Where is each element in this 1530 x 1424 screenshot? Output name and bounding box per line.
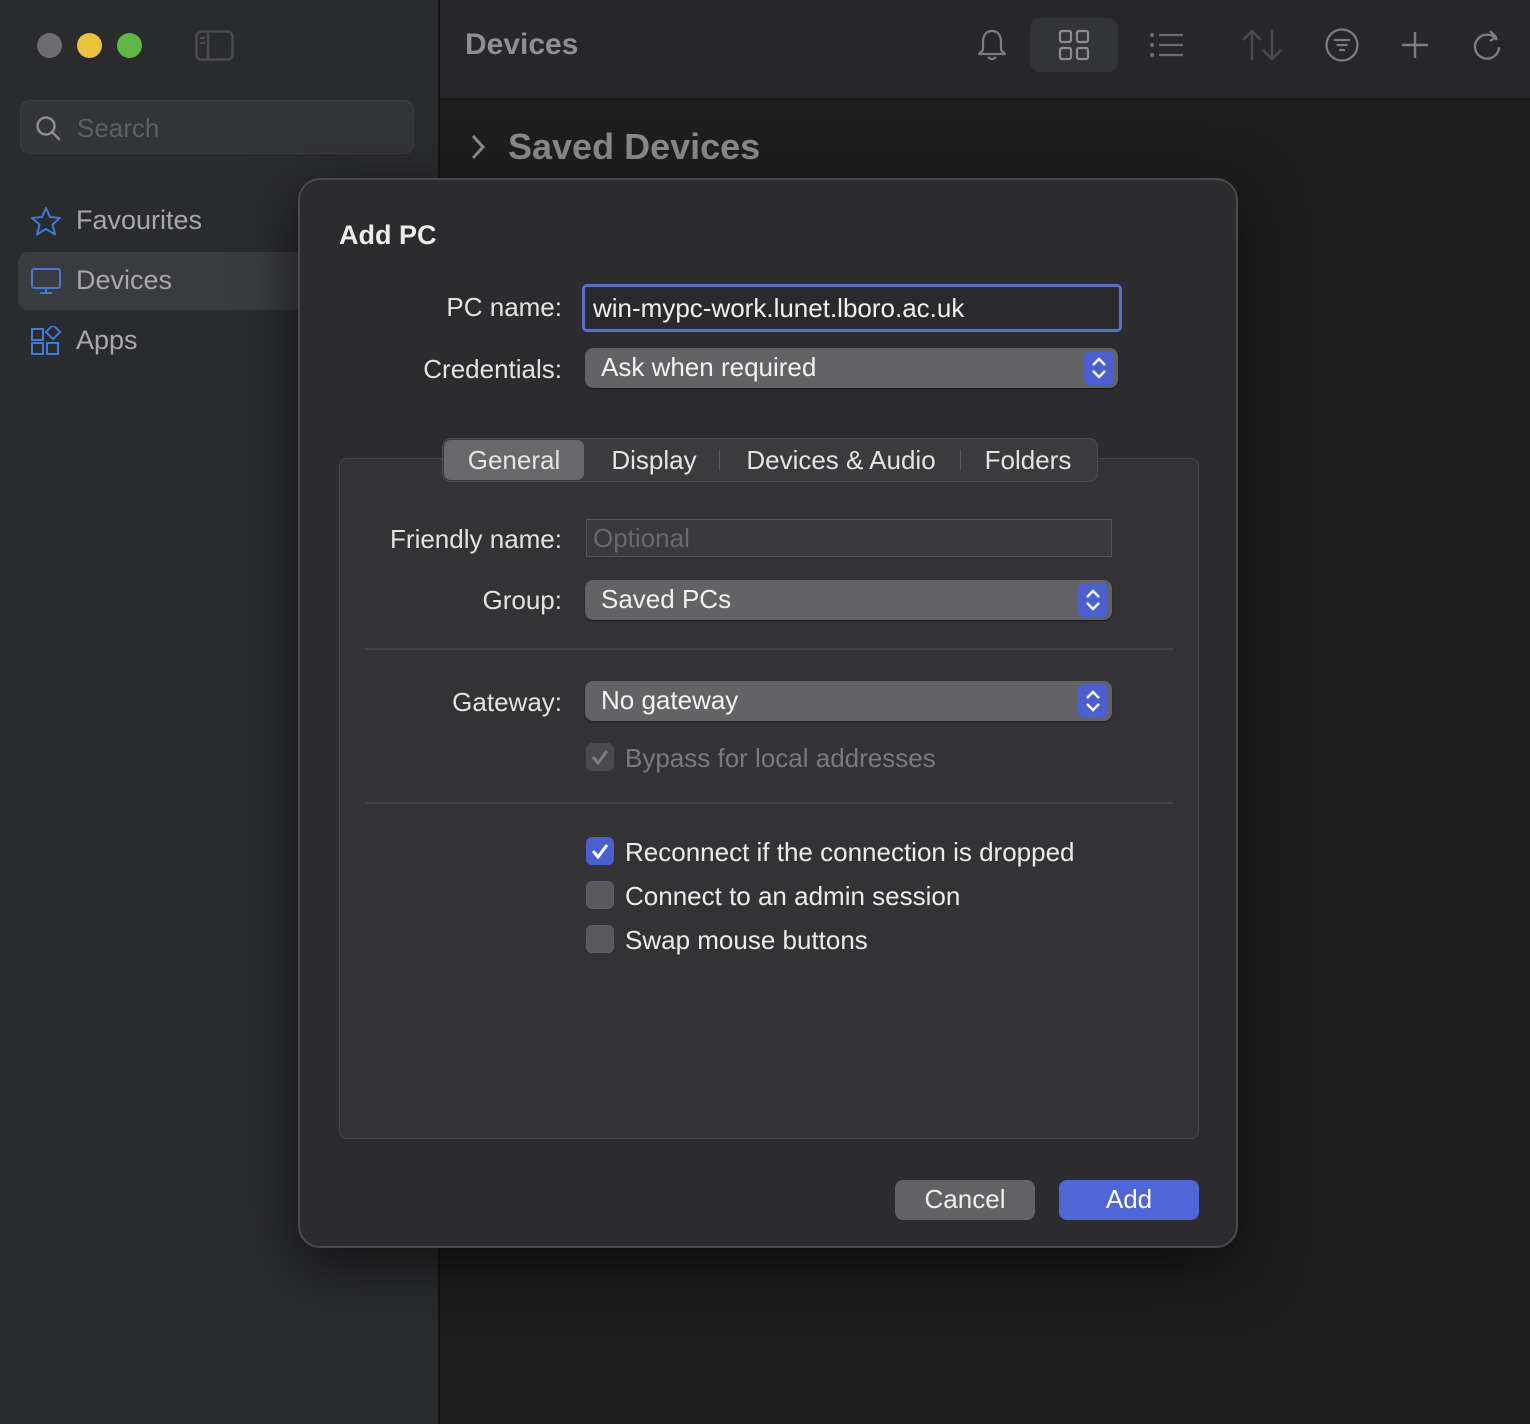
sort-arrows-icon xyxy=(1242,29,1282,61)
separator xyxy=(365,802,1173,804)
page-title: Devices xyxy=(465,28,579,61)
bypass-checkbox[interactable] xyxy=(586,743,614,771)
chevron-up-down-icon xyxy=(1086,690,1100,712)
sort-button[interactable] xyxy=(1218,18,1306,72)
bell-icon xyxy=(977,29,1007,61)
sidebar-toggle-icon[interactable] xyxy=(195,30,235,67)
list-view-button[interactable] xyxy=(1123,18,1211,72)
gateway-label: Gateway: xyxy=(452,687,562,717)
admin-session-checkbox[interactable] xyxy=(586,881,614,909)
gateway-popup[interactable]: No gateway xyxy=(585,681,1112,721)
group-label: Group: xyxy=(482,585,563,615)
zoom-window-button[interactable] xyxy=(117,33,142,58)
section-title: Saved Devices xyxy=(508,126,761,167)
monitor-icon xyxy=(30,266,62,301)
separator xyxy=(365,648,1173,650)
tab-divider xyxy=(719,449,720,471)
tab-general[interactable]: General xyxy=(444,440,584,480)
add-pc-dialog: Add PC PC name: Credentials: Ask when re… xyxy=(298,178,1238,1248)
sidebar-item-label: Apps xyxy=(76,325,138,355)
credentials-value: Ask when required xyxy=(601,352,817,382)
grid-view-button[interactable] xyxy=(1030,18,1118,72)
checkmark-icon xyxy=(591,844,609,860)
friendly-name-input[interactable] xyxy=(586,519,1112,557)
refresh-button[interactable] xyxy=(1443,18,1530,72)
popup-stepper xyxy=(1078,583,1108,617)
admin-session-label: Connect to an admin session xyxy=(625,881,961,911)
group-popup[interactable]: Saved PCs xyxy=(585,580,1112,620)
checkmark-icon xyxy=(591,750,609,766)
gateway-value: No gateway xyxy=(601,685,739,715)
tab-divider xyxy=(960,449,961,471)
add-button[interactable]: Add xyxy=(1059,1180,1199,1220)
filter-icon xyxy=(1325,28,1359,62)
tab-panel xyxy=(339,458,1199,1139)
plus-icon xyxy=(1402,32,1428,58)
sidebar-item-label: Favourites xyxy=(76,205,203,235)
tab-folders[interactable]: Folders xyxy=(963,440,1093,480)
close-window-button[interactable] xyxy=(37,33,62,58)
minimize-window-button[interactable] xyxy=(77,33,102,58)
search-field[interactable] xyxy=(20,100,414,154)
notifications-button[interactable] xyxy=(948,18,1036,72)
grid-icon xyxy=(1058,29,1090,61)
list-icon xyxy=(1150,33,1183,57)
search-icon xyxy=(35,115,61,146)
popup-stepper xyxy=(1084,351,1114,385)
pc-name-label: PC name: xyxy=(446,292,562,322)
reconnect-label: Reconnect if the connection is dropped xyxy=(625,837,1075,867)
group-value: Saved PCs xyxy=(601,584,732,614)
tab-display[interactable]: Display xyxy=(589,440,719,480)
popup-stepper xyxy=(1078,684,1108,718)
bypass-label: Bypass for local addresses xyxy=(625,743,936,773)
credentials-popup[interactable]: Ask when required xyxy=(585,348,1118,388)
friendly-name-label: Friendly name: xyxy=(390,524,562,554)
star-icon xyxy=(30,206,62,241)
chevron-right-icon[interactable] xyxy=(468,132,488,167)
sidebar-item-label: Devices xyxy=(76,265,173,295)
search-input[interactable] xyxy=(75,109,399,147)
dialog-title: Add PC xyxy=(339,220,437,250)
apps-icon xyxy=(30,323,62,361)
reconnect-checkbox[interactable] xyxy=(586,837,614,865)
chevron-up-down-icon xyxy=(1086,589,1100,611)
credentials-label: Credentials: xyxy=(423,354,562,384)
swap-mouse-checkbox[interactable] xyxy=(586,925,614,953)
toolbar: Devices xyxy=(440,0,1530,100)
swap-mouse-label: Swap mouse buttons xyxy=(625,925,868,955)
refresh-icon xyxy=(1473,30,1501,60)
tab-bar: General Display Devices & Audio Folders xyxy=(442,438,1098,482)
tab-devices-audio[interactable]: Devices & Audio xyxy=(723,440,959,480)
pc-name-input[interactable] xyxy=(582,284,1122,332)
cancel-button[interactable]: Cancel xyxy=(895,1180,1035,1220)
chevron-up-down-icon xyxy=(1092,357,1106,379)
